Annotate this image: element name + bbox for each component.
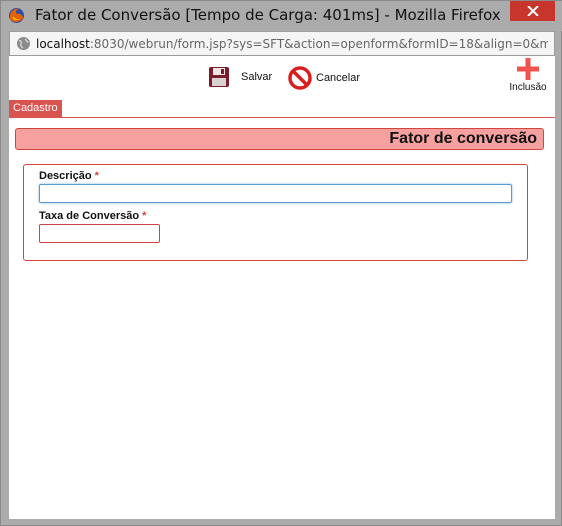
url-text[interactable]: localhost:8030/webrun/form.jsp?sys=SFT&a… [36,37,548,51]
form-fieldset: Descrição * Taxa de Conversão * [23,164,528,261]
descricao-label-text: Descrição [39,170,92,182]
tab-cadastro[interactable]: Cadastro [9,100,62,118]
window-title: Fator de Conversão [Tempo de Carga: 401m… [35,6,501,24]
title-bar: Fator de Conversão [Tempo de Carga: 401m… [1,1,562,31]
close-icon [526,6,539,16]
page-content: Salvar Cancelar Inclusão Cadastro Fator … [9,56,555,519]
cancel-button[interactable]: Cancelar [288,66,360,90]
browser-window: Fator de Conversão [Tempo de Carga: 401m… [0,0,562,526]
close-window-button[interactable] [510,1,555,21]
form-title: Fator de conversão [15,128,544,150]
taxa-conversao-label: Taxa de Conversão * [39,210,146,222]
address-bar[interactable]: localhost:8030/webrun/form.jsp?sys=SFT&a… [9,31,555,56]
new-record-label: Inclusão [509,82,547,93]
new-record-button[interactable]: Inclusão [505,58,551,93]
floppy-disk-icon [209,67,229,87]
cancel-label: Cancelar [316,72,361,84]
taxa-conversao-label-text: Taxa de Conversão [39,210,140,222]
descricao-label: Descrição * [39,170,99,182]
save-label: Salvar [241,71,273,83]
tab-divider [9,117,555,118]
descricao-input[interactable] [39,184,512,203]
url-path: :8030/webrun/form.jsp?sys=SFT&action=ope… [89,37,548,51]
plus-icon [517,58,539,80]
save-button[interactable]: Salvar [208,66,272,88]
url-host: localhost [36,37,90,51]
required-marker: * [142,210,147,222]
taxa-conversao-input[interactable] [39,224,160,243]
globe-icon [17,37,30,50]
required-marker: * [94,170,99,182]
prohibited-icon [288,66,312,90]
firefox-icon [9,8,24,23]
